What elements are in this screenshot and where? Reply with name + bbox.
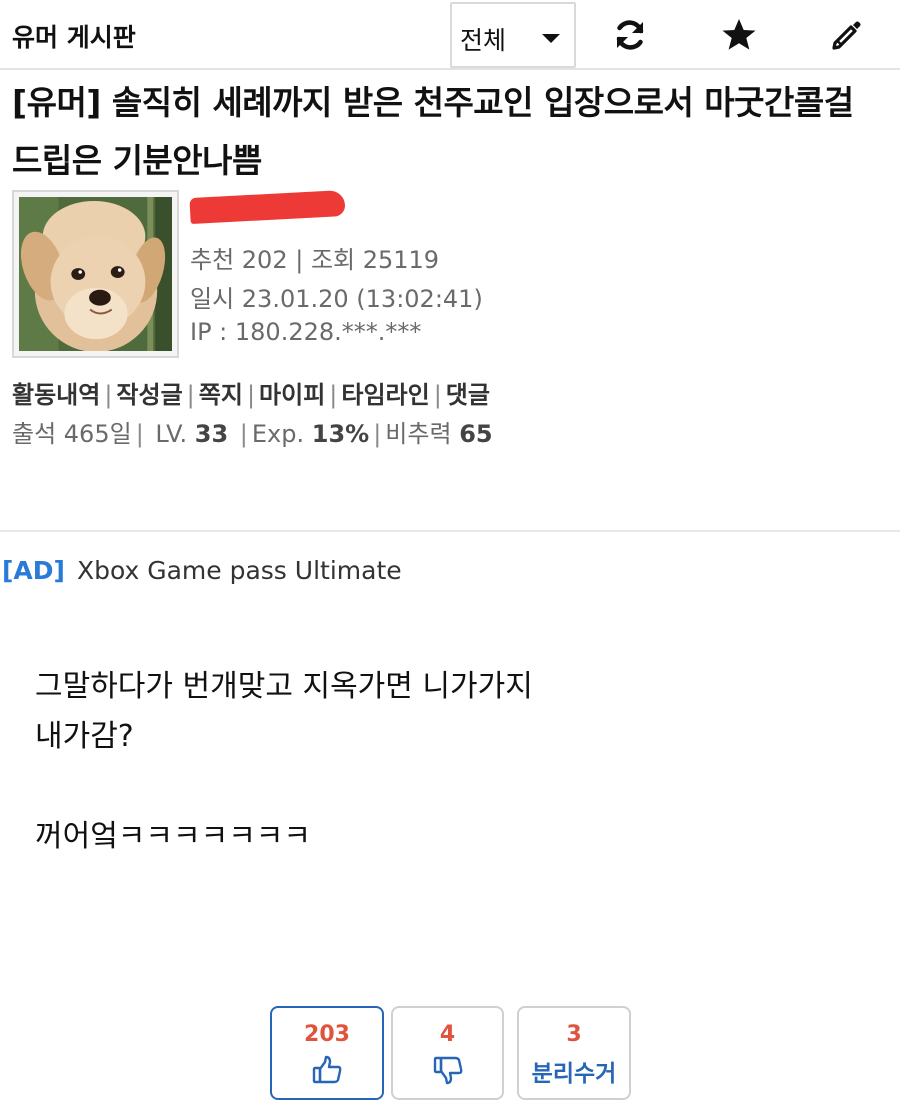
divider [0, 530, 900, 532]
refresh-button[interactable] [605, 10, 655, 60]
puppy-avatar-image [19, 197, 172, 351]
top-bar: 유머 게시판 전체 [0, 0, 900, 70]
upvote-count: 203 [304, 1022, 350, 1047]
post-title: [유머] 솔직히 세례까지 받은 천주교인 입장으로서 마굿간콜걸 드립은 기분… [12, 83, 854, 180]
separator: | [329, 381, 338, 409]
recommend-view-count: 추천 202 | 조회 25119 [190, 246, 440, 274]
separator: | [186, 381, 195, 409]
link-mypi[interactable]: 마이피 [259, 381, 325, 409]
favorite-button[interactable] [714, 10, 764, 60]
link-message[interactable]: 쪽지 [199, 381, 243, 409]
power-label: 비추력 [385, 420, 452, 448]
post-date: 일시 23.01.20 (13:02:41) [190, 285, 483, 313]
recycle-button[interactable]: 3 분리수거 [517, 1006, 631, 1100]
redaction-mark [189, 189, 346, 225]
recycle-label: 분리수거 [531, 1061, 617, 1087]
ad-link[interactable]: [AD] Xbox Game pass Ultimate [2, 556, 402, 585]
caret-down-icon [542, 34, 560, 43]
body-line: 꺼어엌ㅋㅋㅋㅋㅋㅋㅋ [35, 819, 311, 854]
pencil-icon [832, 21, 861, 50]
thumbs-up-icon [312, 1055, 342, 1084]
write-post-button[interactable] [822, 10, 872, 60]
author-stats: 출석 465일 | LV. 33 | Exp. 13% | 비추력 65 [12, 414, 493, 449]
downvote-count: 4 [439, 1022, 456, 1047]
separator: | [104, 381, 113, 409]
separator: | [232, 420, 248, 448]
body-line: 내가감? [35, 719, 134, 754]
link-comments[interactable]: 댓글 [446, 381, 490, 409]
separator: | [135, 420, 144, 448]
board-title[interactable]: 유머 게시판 [12, 18, 136, 54]
filter-selected-value: 전체 [460, 26, 507, 55]
separator: | [246, 381, 256, 409]
attendance-days: 출석 465일 [12, 420, 132, 448]
exp-label: Exp. [251, 420, 305, 448]
level-label: LV. [155, 420, 188, 448]
author-name[interactable] [189, 189, 350, 225]
downvote-button[interactable]: 4 [391, 1006, 504, 1100]
power-value: 65 [459, 420, 493, 448]
separator: | [433, 381, 442, 409]
star-icon [722, 19, 756, 50]
author-ip: IP : 180.228.***.*** [190, 318, 422, 346]
avatar[interactable] [12, 190, 179, 358]
refresh-icon [616, 20, 644, 50]
link-activity[interactable]: 활동내역 [12, 381, 100, 409]
ad-tag: [AD] [2, 556, 65, 585]
link-posts[interactable]: 작성글 [116, 381, 182, 409]
level-value: 33 [194, 420, 229, 448]
filter-dropdown[interactable]: 전체 [450, 2, 576, 68]
body-line: 그말하다가 번개맞고 지옥가면 니가가지 [35, 669, 533, 704]
thumbs-down-icon [433, 1056, 462, 1085]
post-body: 그말하다가 번개맞고 지옥가면 니가가지 내가감? 꺼어엌ㅋㅋㅋㅋㅋㅋㅋ [35, 662, 533, 862]
separator: | [373, 420, 382, 448]
upvote-button[interactable]: 203 [270, 1006, 384, 1100]
link-timeline[interactable]: 타임라인 [341, 381, 429, 409]
ad-text: Xbox Game pass Ultimate [76, 556, 402, 585]
recycle-count: 3 [566, 1022, 582, 1047]
exp-value: 13% [311, 420, 370, 448]
author-links: 활동내역 | 작성글 | 쪽지 | 마이피 | 타임라인 | 댓글 [12, 375, 490, 410]
